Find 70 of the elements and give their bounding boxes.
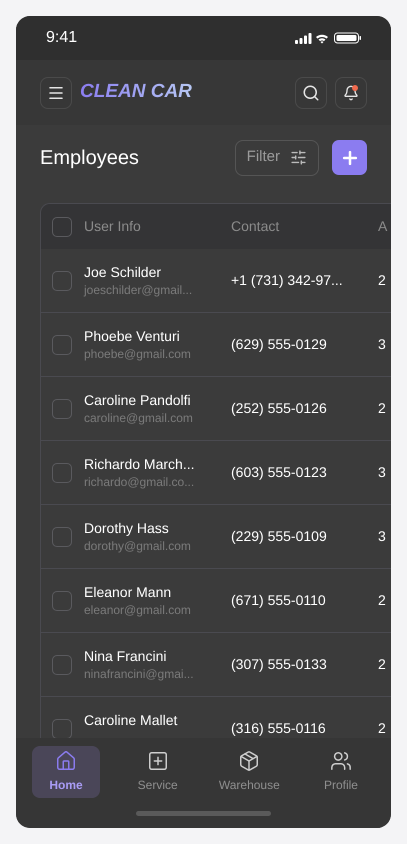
phone-number: (671) 555-0110	[231, 591, 327, 610]
employee-email: joeschilder@gmail...	[84, 283, 194, 298]
employee-name: Joe Schilder	[84, 263, 162, 281]
table-row[interactable]: Dorothy Hass dorothy@gmail.com (229) 555-0109 3	[41, 505, 391, 569]
tab[interactable]: Service	[124, 746, 192, 798]
tab[interactable]: Home	[32, 746, 100, 798]
employee-name: Caroline Pandolfi	[84, 391, 192, 409]
table-row[interactable]: Richardo March... richardo@gmail.co... (603) 555-0123 3	[41, 441, 391, 505]
wifi-icon	[316, 32, 330, 44]
table-row[interactable]: Nina Francini ninafrancini@gmai... (307) 555-0133 2	[41, 633, 391, 697]
checkbox[interactable]	[52, 334, 72, 354]
phone-number: (316) 555-0116	[231, 719, 327, 738]
bell-icon	[343, 84, 359, 100]
checkbox[interactable]	[52, 270, 72, 290]
page-title: Employees	[40, 146, 139, 170]
table-cell-text: 2	[378, 271, 386, 290]
checkbox[interactable]	[52, 398, 72, 418]
table-row[interactable]: Caroline Pandolfi caroline@gmail.com (252) 555-0126 2	[41, 377, 391, 441]
checkbox[interactable]	[52, 654, 72, 674]
table-row[interactable]: Phoebe Venturi phoebe@gmail.com (629) 555-0129 3	[41, 313, 391, 377]
column-header: User Info	[84, 217, 142, 236]
table-cell-text: 2	[378, 591, 386, 610]
search-icon	[302, 84, 320, 102]
status-time: 9:41	[46, 28, 78, 48]
checkbox[interactable]	[52, 590, 72, 610]
employee-email: phoebe@gmail.com	[84, 347, 192, 362]
phone-number: +1 (731) 342-97...	[231, 271, 344, 290]
employee-email: richardo@gmail.co...	[84, 475, 196, 490]
battery-icon	[334, 32, 361, 44]
checkbox[interactable]	[52, 526, 72, 546]
employee-email: ninafrancini@gmai...	[84, 667, 195, 682]
box-icon	[238, 750, 260, 772]
phone-number: (229) 555-0109	[231, 527, 328, 546]
employee-name: Dorothy Hass	[84, 519, 170, 537]
employee-email: eleanor@gmail.com	[84, 603, 192, 618]
employee-name: Caroline Mallet	[84, 711, 178, 729]
employee-name: Nina Francini	[84, 647, 168, 665]
employee-name: Eleanor Mann	[84, 583, 172, 601]
phone-number: (252) 555-0126	[231, 399, 328, 418]
signal-icon	[295, 32, 312, 44]
table-row[interactable]: Joe Schilder joeschilder@gmail... +1 (731) 342-97... 2	[41, 249, 391, 313]
people-icon	[330, 750, 352, 772]
table-cell-text: 2	[378, 399, 386, 418]
tab[interactable]: Profile	[306, 746, 375, 798]
table-row[interactable]: Eleanor Mann eleanor@gmail.com (671) 555-0110 2	[41, 569, 391, 633]
table-cell-text: 3	[378, 463, 386, 482]
home-icon	[55, 750, 77, 772]
checkbox[interactable]	[52, 462, 72, 482]
column-header: A	[378, 217, 388, 236]
table-cell-text: 3	[378, 335, 386, 354]
checkbox[interactable]	[52, 216, 72, 236]
plus-square-icon	[146, 750, 169, 772]
tab[interactable]: Warehouse	[215, 746, 284, 798]
menu-button[interactable]	[40, 76, 72, 108]
table-cell-text: 2	[378, 655, 386, 674]
add-button[interactable]	[332, 140, 367, 175]
employee-name: Richardo March...	[84, 455, 196, 473]
phone-number: (629) 555-0129	[231, 335, 328, 354]
phone-number: (603) 555-0123	[231, 463, 328, 482]
table-cell-text: 2	[378, 719, 386, 738]
employee-email: caroline@gmail.com	[84, 411, 194, 426]
phone-number: (307) 555-0133	[231, 655, 328, 674]
employee-name: Phoebe Venturi	[84, 327, 181, 345]
search-button[interactable]	[295, 76, 327, 108]
table-cell-text: 3	[378, 527, 386, 546]
employee-email: dorothy@gmail.com	[84, 539, 192, 554]
column-header: Contact	[231, 217, 280, 236]
notification-button[interactable]	[335, 76, 367, 108]
filter-button[interactable]: Filter	[234, 140, 319, 176]
sliders-icon	[290, 149, 307, 166]
